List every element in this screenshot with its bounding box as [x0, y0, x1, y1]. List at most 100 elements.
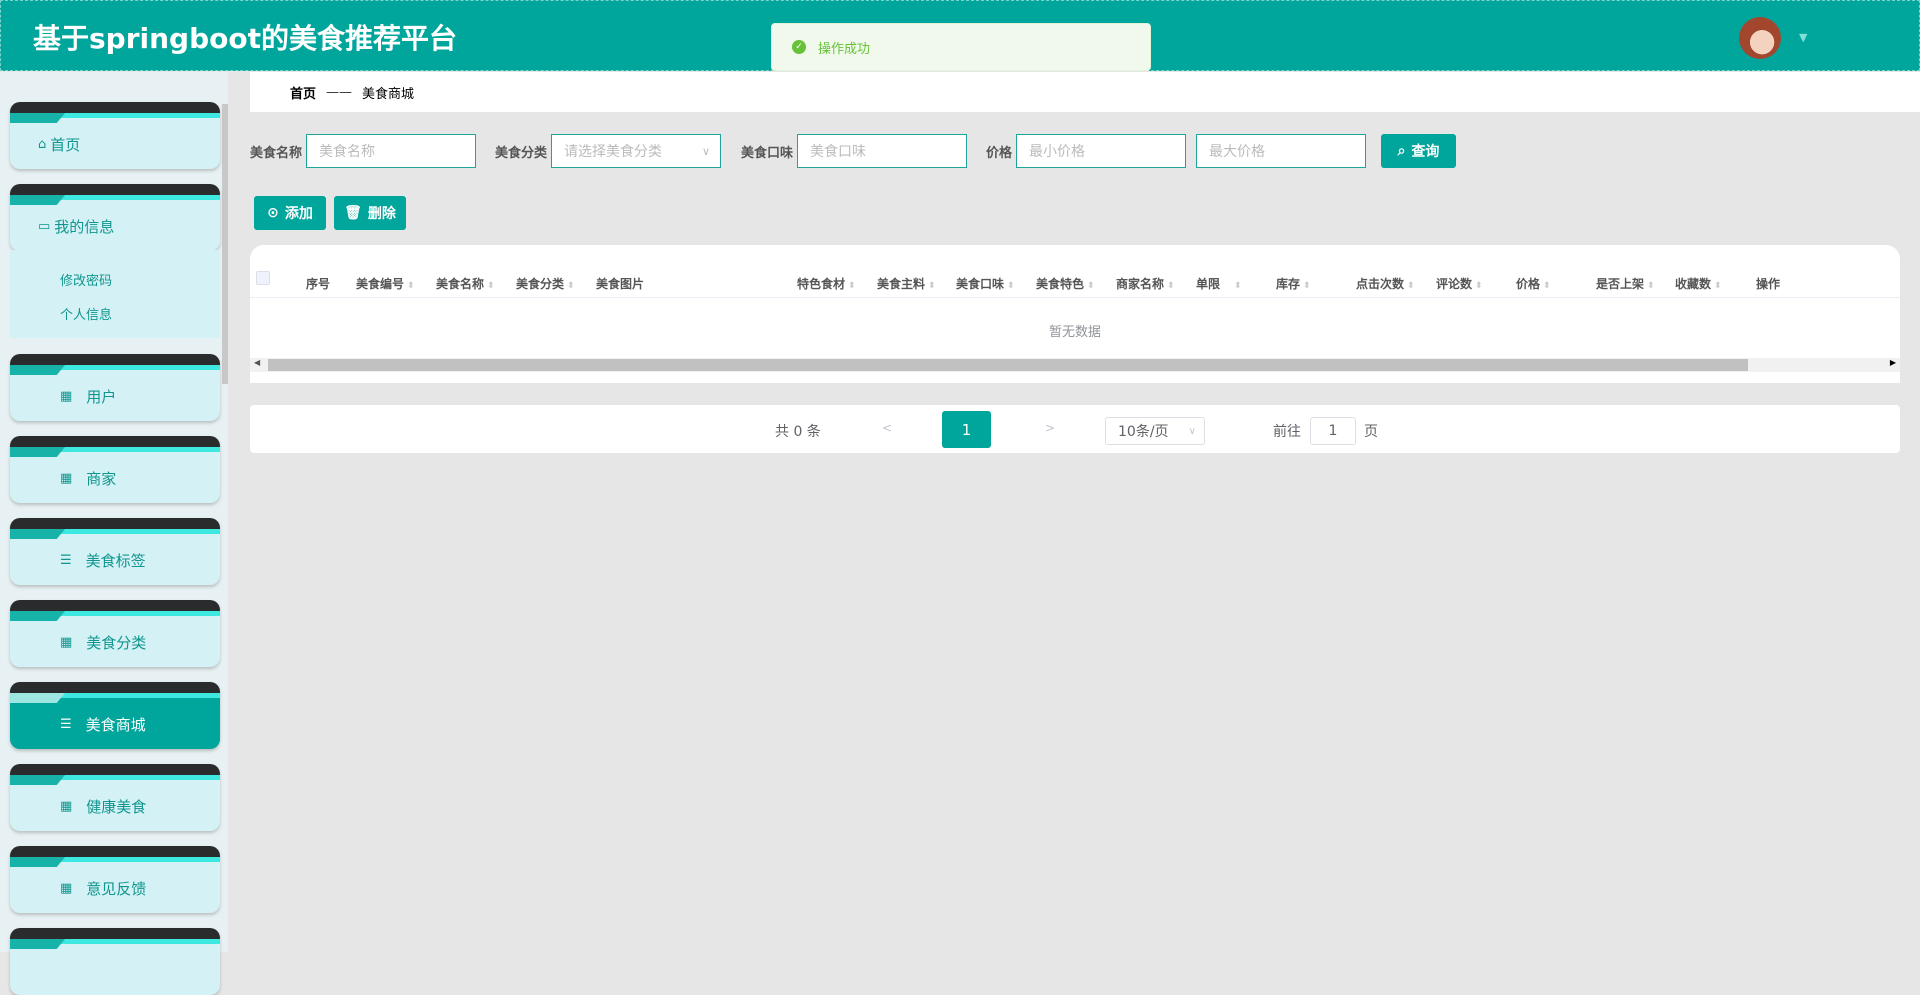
grid-icon: ▦ — [60, 389, 73, 404]
column-label: 操作 — [1756, 277, 1781, 291]
add-button[interactable]: ⊙ 添加 — [254, 196, 326, 230]
sidebar-scrollbar[interactable] — [222, 104, 228, 384]
data-table: 序号 美食编号 ⬍ 美食名称 ⬍ 美食分类 ⬍ 美食图片 特色食材 ⬍ 美食主料 ⬍ 美食… — [250, 245, 1900, 383]
taste-input[interactable]: 美食口味 — [797, 134, 968, 168]
list-icon: ☰ — [60, 553, 72, 568]
delete-button[interactable]: 🗑 删除 — [334, 196, 406, 230]
page-1-button[interactable]: 1 — [942, 411, 991, 448]
column-label: 美食主料 — [877, 277, 926, 291]
divider — [250, 297, 1900, 298]
sidebar-item-food-categories[interactable]: ▦ 美食分类 — [10, 600, 220, 667]
column-header[interactable]: 美食分类 ⬍ — [516, 275, 575, 292]
sort-icon[interactable]: ⬍ — [1167, 281, 1175, 291]
filter-price: 价格 最小价格 最大价格 — [986, 134, 1367, 168]
min-price-input[interactable]: 最小价格 — [1016, 134, 1187, 168]
filter-name: 美食名称 美食名称 — [250, 134, 477, 168]
sort-icon[interactable]: ⬍ — [1475, 281, 1483, 291]
sidebar-item-healthy-food[interactable]: ▦ 健康美食 — [10, 764, 220, 831]
name-label: 美食名称 — [250, 145, 303, 161]
menu-label: 用户 — [86, 388, 117, 406]
sort-icon[interactable]: ⬍ — [1543, 281, 1551, 291]
menu-label: 首页 — [50, 136, 81, 154]
breadcrumb-home[interactable]: 首页 — [290, 83, 316, 102]
prev-page-button[interactable]: < — [882, 421, 892, 435]
horizontal-scrollbar[interactable]: ◀ ▶ — [250, 358, 1900, 372]
sidebar-item-users[interactable]: ▦ 用户 — [10, 354, 220, 421]
scroll-left-icon: ◀ — [254, 358, 261, 367]
column-header[interactable]: 收藏数 ⬍ — [1675, 275, 1722, 292]
next-page-button[interactable]: > — [1045, 421, 1055, 435]
food-name-input[interactable]: 美食名称 — [306, 134, 477, 168]
filter-category: 美食分类 请选择美食分类 ∨ — [495, 134, 722, 168]
sort-icon[interactable]: ⬍ — [1647, 281, 1655, 291]
menu-label: 健康美食 — [86, 798, 147, 816]
submenu-change-password[interactable]: 修改密码 — [60, 270, 112, 289]
column-header[interactable]: 特色食材 ⬍ — [797, 275, 856, 292]
sidebar-item-feedback[interactable]: ▦ 意见反馈 — [10, 846, 220, 913]
check-circle-icon: ✓ — [792, 40, 806, 54]
column-label: 收藏数 — [1675, 277, 1712, 291]
submenu: 修改密码 个人信息 — [10, 250, 220, 338]
sort-icon[interactable]: ⬍ — [1087, 281, 1095, 291]
column-header: 序号 — [306, 275, 330, 292]
chevron-down-icon: ∨ — [701, 144, 711, 158]
page-size-select[interactable]: 10条/页 ∨ — [1105, 417, 1205, 445]
column-header[interactable]: 单限 ⬍ — [1196, 275, 1242, 292]
column-header[interactable]: 库存 ⬍ — [1276, 275, 1311, 292]
menu-label: 美食标签 — [85, 552, 146, 570]
success-toast: ✓ 操作成功 — [771, 23, 1151, 71]
column-label: 特色食材 — [797, 277, 846, 291]
max-price-input[interactable]: 最大价格 — [1196, 134, 1367, 168]
column-header[interactable]: 美食主料 ⬍ — [877, 275, 936, 292]
avatar[interactable] — [1739, 17, 1781, 59]
delete-label: 删除 — [367, 206, 396, 222]
column-header[interactable]: 点击次数 ⬍ — [1356, 275, 1415, 292]
sidebar-item-merchants[interactable]: ▦ 商家 — [10, 436, 220, 503]
sort-icon[interactable]: ⬍ — [1407, 281, 1415, 291]
menu-label: 意见反馈 — [86, 880, 147, 898]
sort-icon[interactable]: ⬍ — [407, 281, 415, 291]
top-header: 基于springboot的美食推荐平台 ✓ 操作成功 ▼ — [0, 0, 1920, 71]
column-label: 单限 — [1196, 277, 1221, 291]
scrollbar-thumb[interactable] — [268, 359, 1748, 371]
caret-down-icon[interactable]: ▼ — [1799, 31, 1807, 44]
sidebar-item-food-mall[interactable]: ☰ 美食商城 — [10, 682, 220, 749]
sidebar-item-home[interactable]: ⌂ 首页 — [10, 102, 220, 169]
sidebar-item-food-tags[interactable]: ☰ 美食标签 — [10, 518, 220, 585]
sort-icon[interactable]: ⬍ — [928, 281, 936, 291]
column-header[interactable]: 美食名称 ⬍ — [436, 275, 495, 292]
column-header[interactable]: 美食特色 ⬍ — [1036, 275, 1095, 292]
column-header[interactable]: 评论数 ⬍ — [1436, 275, 1483, 292]
menu-label: 我的信息 — [54, 218, 115, 236]
column-header[interactable]: 是否上架 ⬍ — [1596, 275, 1655, 292]
price-label: 价格 — [986, 145, 1013, 161]
column-header[interactable]: 商家名称 ⬍ — [1116, 275, 1175, 292]
plus-circle-icon: ⊙ — [267, 205, 279, 221]
category-select[interactable]: 请选择美食分类 ∨ — [551, 134, 722, 168]
column-label: 是否上架 — [1596, 277, 1645, 291]
sort-icon[interactable]: ⬍ — [1714, 281, 1722, 291]
page-size-value: 10条/页 — [1118, 424, 1169, 440]
column-header[interactable]: 美食口味 ⬍ — [956, 275, 1015, 292]
column-label: 点击次数 — [1356, 277, 1405, 291]
sidebar-item-my-info[interactable]: ▭ 我的信息 — [10, 184, 220, 251]
page-unit-label: 页 — [1364, 424, 1378, 440]
sort-icon[interactable]: ⬍ — [1234, 281, 1242, 291]
search-button[interactable]: ⌕ 查询 — [1381, 134, 1456, 168]
sort-icon[interactable]: ⬍ — [567, 281, 575, 291]
sort-icon[interactable]: ⬍ — [1007, 281, 1015, 291]
grid-icon: ▦ — [60, 471, 73, 486]
submenu-personal-info[interactable]: 个人信息 — [60, 304, 112, 323]
select-all-checkbox[interactable] — [256, 271, 270, 285]
column-header[interactable]: 价格 ⬍ — [1516, 275, 1551, 292]
column-label: 美食名称 — [436, 277, 485, 291]
sidebar-item-more[interactable] — [10, 928, 220, 995]
column-header[interactable]: 美食编号 ⬍ — [356, 275, 415, 292]
sort-icon[interactable]: ⬍ — [848, 281, 856, 291]
filter-taste: 美食口味 美食口味 — [741, 134, 968, 168]
column-label: 美食口味 — [956, 277, 1005, 291]
sort-icon[interactable]: ⬍ — [1303, 281, 1311, 291]
goto-page-input[interactable]: 1 — [1310, 417, 1356, 445]
toast-message: 操作成功 — [818, 41, 871, 57]
sort-icon[interactable]: ⬍ — [487, 281, 495, 291]
